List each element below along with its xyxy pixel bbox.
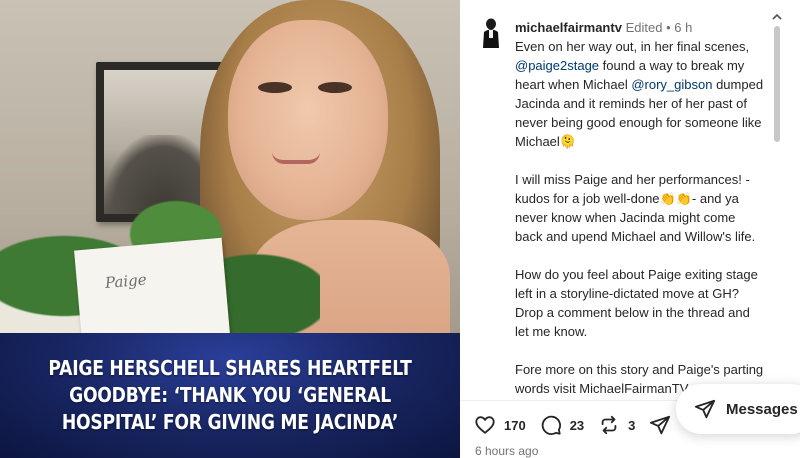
comment-count: 23 xyxy=(569,417,585,433)
timestamp[interactable]: 6 h xyxy=(674,20,692,35)
messages-button[interactable]: Messages xyxy=(676,384,800,434)
send-icon xyxy=(694,399,716,419)
action-bar: 170 23 3 xyxy=(474,410,685,440)
repost-icon xyxy=(601,415,617,435)
headline-banner: Paige Herschell Shares Heartfelt Goodbye… xyxy=(0,333,460,458)
send-icon xyxy=(650,415,671,435)
comment-button[interactable]: 23 xyxy=(540,414,584,436)
post-image[interactable]: Paige Paige Herschell Shares Heartfelt G… xyxy=(0,0,460,458)
banner-title: Paige Herschell Shares Heartfelt Goodbye… xyxy=(48,356,412,434)
mention-link[interactable]: @rory_gibson xyxy=(631,77,712,92)
caption-text: Even on her way out, in her final scenes… xyxy=(515,39,750,54)
share-button[interactable] xyxy=(649,414,671,436)
card-handwriting: Paige xyxy=(104,270,148,293)
gift-card: Paige xyxy=(74,237,230,347)
separator-dot: • xyxy=(666,20,671,35)
clap-emoji: 👏👏 xyxy=(659,191,692,206)
like-count: 170 xyxy=(504,417,526,433)
left-eye xyxy=(258,82,292,93)
scrollbar-thumb[interactable] xyxy=(774,26,780,142)
comment-icon xyxy=(541,415,561,435)
messages-label: Messages xyxy=(726,400,798,418)
mention-link[interactable]: @paige2stage xyxy=(515,58,599,73)
caption-comment: michaelfairmantv Edited • 6 h Even on he… xyxy=(515,18,765,398)
caption-paragraph-1: Even on her way out, in her final scenes… xyxy=(515,37,765,151)
heart-icon xyxy=(475,416,495,434)
comment-header: michaelfairmantv Edited • 6 h xyxy=(515,18,765,37)
right-eye xyxy=(318,82,352,93)
chevron-up-icon[interactable] xyxy=(770,10,784,24)
post-time-ago[interactable]: 6 hours ago xyxy=(475,444,538,458)
repost-button[interactable]: 3 xyxy=(598,414,635,436)
repost-count: 3 xyxy=(628,417,636,433)
like-button[interactable]: 170 xyxy=(474,414,526,436)
caption-paragraph-3: How do you feel about Paige exiting stag… xyxy=(515,267,758,339)
edited-label: Edited xyxy=(625,20,663,35)
caption-paragraph-2: I will miss Paige and her performances! … xyxy=(515,170,765,246)
avatar[interactable] xyxy=(480,18,502,48)
username-link[interactable]: michaelfairmantv xyxy=(515,20,622,35)
